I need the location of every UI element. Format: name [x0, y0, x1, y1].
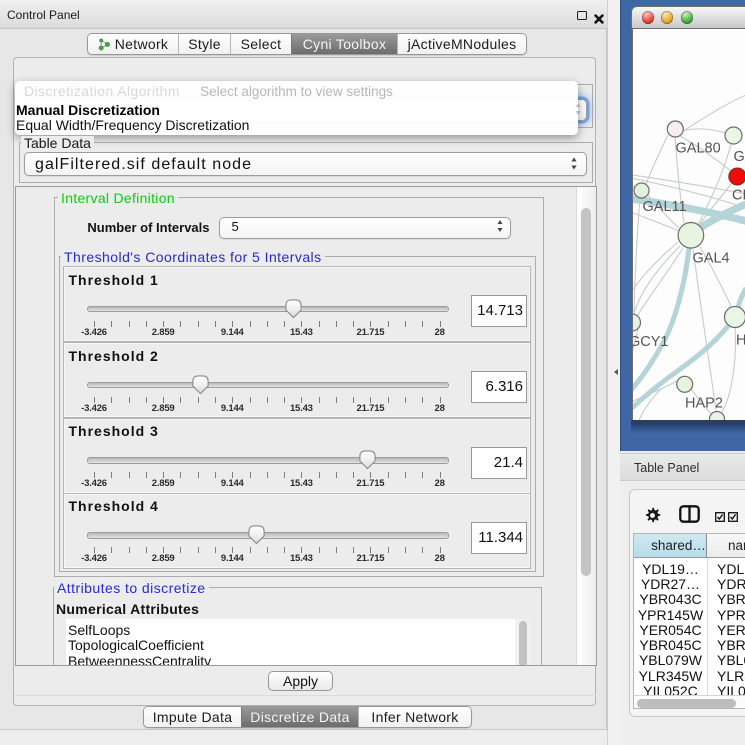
svg-text:GA: GA	[734, 149, 745, 165]
svg-text:GAL4: GAL4	[693, 251, 730, 267]
svg-text:HAP2: HAP2	[685, 396, 723, 412]
svg-text:GAL11: GAL11	[643, 199, 687, 215]
svg-text:GCY1: GCY1	[633, 334, 669, 350]
svg-text:CD: CD	[732, 188, 745, 204]
svg-text:H: H	[736, 333, 745, 349]
svg-text:GAL80: GAL80	[676, 141, 721, 157]
